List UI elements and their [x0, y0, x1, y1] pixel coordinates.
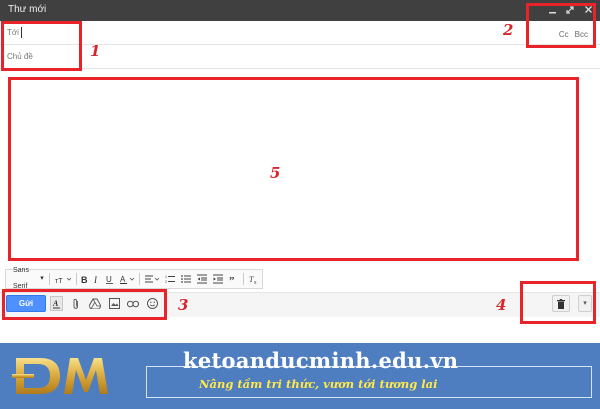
svg-text:2: 2 [165, 280, 167, 284]
annotation-box-4 [520, 281, 596, 324]
toolbar-divider [139, 273, 141, 285]
annotation-box-3 [2, 289, 167, 320]
svg-text:тT: тT [55, 278, 63, 284]
toolbar-divider [75, 273, 77, 285]
annotation-box-2 [526, 3, 596, 48]
svg-text:B: B [81, 275, 88, 284]
banner-tagline: Nâng tầm tri thức, vươn tới tương lai [199, 377, 438, 391]
italic-icon[interactable]: I [91, 271, 103, 287]
svg-text:1: 1 [165, 275, 167, 279]
window-title: Thư mới [8, 4, 47, 15]
annotation-label-4: 4 [496, 296, 507, 314]
svg-text:x: x [254, 280, 257, 284]
text-color-icon[interactable]: A [117, 271, 137, 287]
indent-less-icon[interactable] [194, 271, 210, 287]
annotation-label-3: 3 [178, 296, 189, 314]
underline-icon[interactable]: U [103, 271, 117, 287]
svg-text:I: I [94, 275, 98, 284]
remove-formatting-icon[interactable]: Tx [246, 271, 262, 287]
title-bar[interactable]: Thư mới [0, 0, 600, 21]
numbered-list-icon[interactable]: 12 [162, 271, 178, 287]
bulleted-list-icon[interactable] [178, 271, 194, 287]
annotation-label-1: 1 [90, 42, 101, 60]
formatting-toolbar: Sans Serif ▾ тT B I U A 12 ” T x [5, 267, 263, 290]
indent-more-icon[interactable] [210, 271, 226, 287]
annotation-label-5: 5 [270, 164, 281, 182]
quote-icon[interactable]: ” [226, 271, 241, 287]
align-icon[interactable] [142, 271, 162, 287]
bold-icon[interactable]: B [78, 271, 91, 287]
font-size-icon[interactable]: тT [52, 271, 74, 287]
annotation-label-2: 2 [503, 21, 514, 39]
annotation-box-5 [8, 77, 579, 261]
font-family-select[interactable]: Sans Serif ▾ [10, 267, 47, 290]
svg-text:A: A [120, 275, 126, 284]
toolbar-divider [48, 273, 50, 285]
compose-window: Thư mới Tới Cc Bcc Chủ đề Sans Serif ▾ т… [0, 0, 600, 409]
svg-text:”: ” [229, 275, 235, 284]
svg-text:U: U [106, 275, 112, 284]
dm-logo [10, 350, 114, 402]
toolbar-divider [243, 273, 244, 285]
banner-site-name[interactable]: ketoanducminh.edu.vn [183, 348, 458, 373]
annotation-box-1 [1, 21, 82, 71]
